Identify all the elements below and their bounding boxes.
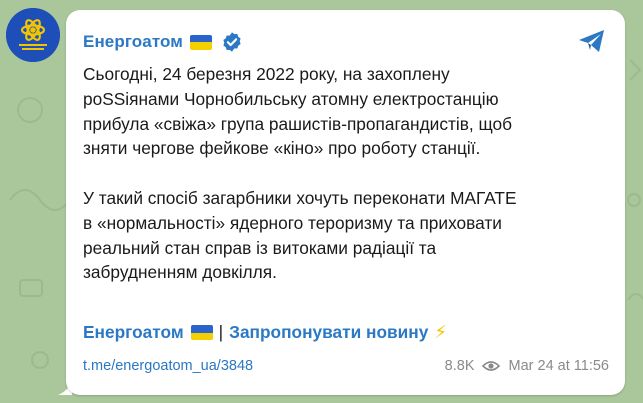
lightning-icon: ⚡ xyxy=(434,322,447,342)
suggest-news-link[interactable]: Запропонувати новину xyxy=(229,322,428,343)
message-bubble: Енергоатом Сьогодні, 24 березня 2022 рок… xyxy=(66,10,625,395)
channel-name[interactable]: Енергоатом xyxy=(83,32,183,52)
channel-avatar[interactable] xyxy=(6,8,60,62)
ukraine-flag-icon xyxy=(190,325,213,340)
message-meta: t.me/energoatom_ua/3848 8.8K Mar 24 at 1… xyxy=(83,358,609,374)
message-header: Енергоатом xyxy=(83,30,243,54)
message-date: Mar 24 at 11:56 xyxy=(508,358,610,374)
eye-icon xyxy=(481,361,500,371)
message-text: Сьогодні, 24 березня 2022 року, на захоп… xyxy=(83,62,613,285)
ukraine-flag-icon xyxy=(189,34,212,50)
footer-separator: | xyxy=(218,322,224,342)
telegram-share-icon[interactable] xyxy=(577,28,607,54)
footer-channel-link[interactable]: Енергоатом xyxy=(83,322,184,343)
view-count: 8.8K xyxy=(444,358,475,374)
message-paragraph: Сьогодні, 24 березня 2022 року, на захоп… xyxy=(83,64,513,159)
message-paragraph: У такий спосіб загарбники хочуть перекон… xyxy=(83,187,517,283)
post-url-link[interactable]: t.me/energoatom_ua/3848 xyxy=(83,358,253,374)
message-footer: Енергоатом | Запропонувати новину ⚡ xyxy=(83,322,447,343)
verified-badge-icon xyxy=(223,32,241,52)
energoatom-logo-icon xyxy=(6,8,60,62)
